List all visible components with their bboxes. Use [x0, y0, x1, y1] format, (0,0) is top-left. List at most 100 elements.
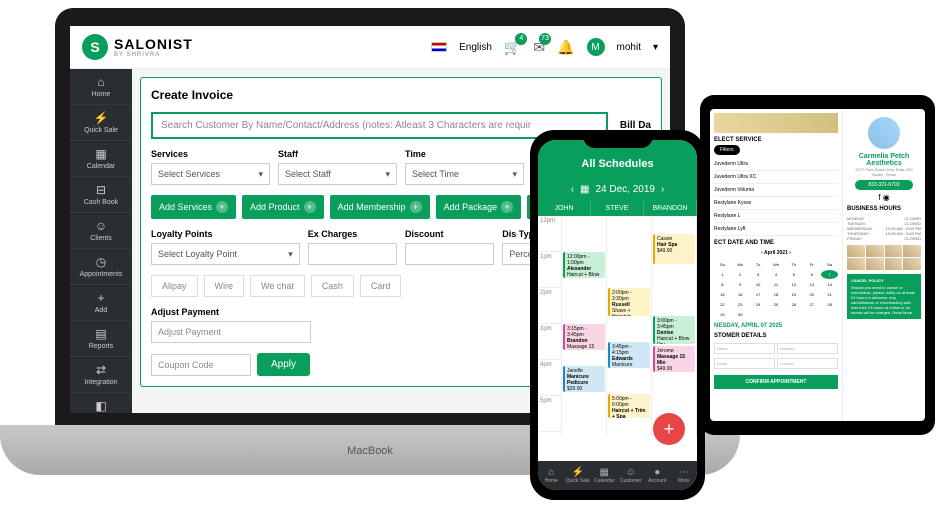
nav-customer[interactable]: ☺Customer [618, 467, 645, 484]
nav-account[interactable]: ●Account [644, 467, 671, 484]
appointment-event[interactable]: CassieHair Spa$49.00 [653, 234, 695, 264]
social-icons[interactable]: f ◉ [847, 193, 921, 202]
cal-day[interactable]: 19 [785, 290, 802, 299]
cal-day[interactable]: 22 [714, 300, 731, 309]
service-item[interactable]: Juvederm Voluma [714, 184, 838, 197]
sidebar-item-calendar[interactable]: ▦Calendar [70, 141, 132, 177]
cal-day[interactable]: 5 [785, 270, 802, 279]
user-name[interactable]: mohit [617, 42, 641, 53]
service-item[interactable]: Restylane Lyft [714, 223, 838, 236]
sidebar-item-appointments[interactable]: ◷Appointments [70, 249, 132, 285]
cal-day[interactable]: 16 [732, 290, 749, 299]
cal-day[interactable]: 29 [714, 310, 731, 319]
logo[interactable]: S SALONIST BY SHRIVRA [82, 34, 193, 60]
payment-cash[interactable]: Cash [311, 275, 354, 297]
cal-day[interactable]: 30 [732, 310, 749, 319]
customer-input[interactable]: Address [777, 343, 838, 354]
appointment-event[interactable]: 3:00pm - 3:45pmDeniseHaircut + Blow Dry$… [653, 316, 695, 344]
avatar[interactable]: M [587, 38, 605, 56]
payment-wire[interactable]: Wire [204, 275, 245, 297]
phone-date[interactable]: 24 Dec, 2019 [595, 184, 655, 195]
cal-day[interactable]: 4 [768, 270, 785, 279]
flag-icon[interactable] [431, 42, 447, 52]
add-fab-button[interactable]: + [653, 413, 685, 445]
service-item[interactable]: Juvederm Ultra XC [714, 171, 838, 184]
cal-day[interactable]: 27 [803, 300, 820, 309]
cal-day[interactable]: 13 [803, 280, 820, 289]
cal-day[interactable]: 12 [785, 280, 802, 289]
sidebar-item-integration[interactable]: ⇄Integration [70, 357, 132, 393]
gallery-image[interactable] [866, 245, 884, 257]
cal-day[interactable]: 6 [803, 270, 820, 279]
cal-day[interactable]: 15 [714, 290, 731, 299]
apply-button[interactable]: Apply [257, 353, 310, 376]
business-phone-button[interactable]: 833-321-6793 [855, 180, 913, 190]
cal-day[interactable]: 18 [768, 290, 785, 299]
mail-icon[interactable]: ✉73 [533, 39, 545, 56]
cal-day[interactable]: 2 [732, 270, 749, 279]
staff-select[interactable]: Select Staff [278, 163, 397, 185]
time-select[interactable]: Select Time [405, 163, 524, 185]
service-item[interactable]: Restylane L [714, 210, 838, 223]
cal-prev-icon[interactable]: ‹ [761, 250, 763, 256]
gallery-image[interactable] [866, 258, 884, 270]
staff-column[interactable]: JOHN [538, 201, 591, 216]
payment-alipay[interactable]: Alipay [151, 275, 198, 297]
confirm-button[interactable]: CONFIRM APPOINTMENT [714, 375, 838, 389]
cal-day[interactable]: 17 [750, 290, 767, 299]
add-package-button[interactable]: Add Package+ [436, 195, 522, 219]
cal-day[interactable]: 26 [785, 300, 802, 309]
nav-quick-sale[interactable]: ⚡Quick Sale [565, 467, 592, 484]
gallery-image[interactable] [885, 245, 903, 257]
cal-day[interactable]: 9 [732, 280, 749, 289]
customer-input[interactable]: Email [714, 358, 775, 369]
gallery-image[interactable] [847, 258, 865, 270]
gallery-image[interactable] [885, 258, 903, 270]
cart-icon[interactable]: 🛒4 [504, 39, 521, 56]
chevron-right-icon[interactable]: › [661, 184, 664, 195]
service-item[interactable]: Juvederm Ultra [714, 158, 838, 171]
sidebar-item-marketing[interactable]: ◧Marketing [70, 393, 132, 428]
adjust-payment-input[interactable]: Adjust Payment [151, 321, 311, 343]
appointment-event[interactable]: 3:45pm - 4:15pmEdwardsManicure Pedicure$… [608, 342, 650, 368]
sidebar-item-reports[interactable]: ▤Reports [70, 321, 132, 357]
sidebar-item-cash-book[interactable]: ⊟Cash Book [70, 177, 132, 213]
cal-day[interactable]: 20 [803, 290, 820, 299]
nav-home[interactable]: ⌂Home [538, 467, 565, 484]
cal-day[interactable]: 21 [821, 290, 838, 299]
appointment-event[interactable]: JeromeMassage 15 Min$49.00 [653, 346, 695, 372]
customer-input[interactable]: Contact [777, 358, 838, 369]
bell-icon[interactable]: 🔔 [557, 39, 574, 56]
nav-calendar[interactable]: ▦Calendar [591, 467, 618, 484]
chevron-down-icon[interactable]: ▾ [653, 42, 658, 53]
loyalty-select[interactable]: Select Loyalty Point [151, 243, 300, 265]
payment-card[interactable]: Card [360, 275, 402, 297]
sidebar-item-clients[interactable]: ☺Clients [70, 213, 132, 249]
ex-charges-input[interactable] [308, 243, 397, 265]
cal-day[interactable]: 1 [714, 270, 731, 279]
cal-day[interactable]: 7 [821, 270, 838, 279]
add-membership-button[interactable]: Add Membership+ [330, 195, 430, 219]
cal-day[interactable]: 14 [821, 280, 838, 289]
appointment-event[interactable]: 3:15pm - 3:45pmBrandonMassage 15 Min$49.… [563, 324, 605, 350]
appointment-event[interactable]: 5:00pm - 6:00pmHaircut + Trim + Spa$99.0… [608, 394, 650, 418]
nav-more[interactable]: ⋯More [671, 467, 698, 484]
coupon-input[interactable]: Coupon Code [151, 354, 251, 376]
chevron-left-icon[interactable]: ‹ [571, 184, 574, 195]
cal-day[interactable]: 25 [768, 300, 785, 309]
cal-day[interactable]: 23 [732, 300, 749, 309]
customer-input[interactable]: Name [714, 343, 775, 354]
appointment-event[interactable]: 12:00pm - 1:00pmAlexanderHaircut + Blow … [563, 252, 605, 278]
filters-button[interactable]: Filters [714, 145, 740, 155]
service-item[interactable]: Restylane Kysse [714, 197, 838, 210]
gallery-image[interactable] [903, 245, 921, 257]
discount-input[interactable] [405, 243, 494, 265]
sidebar-item-add[interactable]: +Add [70, 285, 132, 321]
staff-column[interactable]: STEVE [591, 201, 644, 216]
cal-day[interactable]: 8 [714, 280, 731, 289]
cal-day[interactable]: 24 [750, 300, 767, 309]
sidebar-item-quick-sale[interactable]: ⚡Quick Sale [70, 105, 132, 141]
cal-day[interactable]: 11 [768, 280, 785, 289]
sidebar-item-home[interactable]: ⌂Home [70, 69, 132, 105]
cal-next-icon[interactable]: › [789, 250, 791, 256]
